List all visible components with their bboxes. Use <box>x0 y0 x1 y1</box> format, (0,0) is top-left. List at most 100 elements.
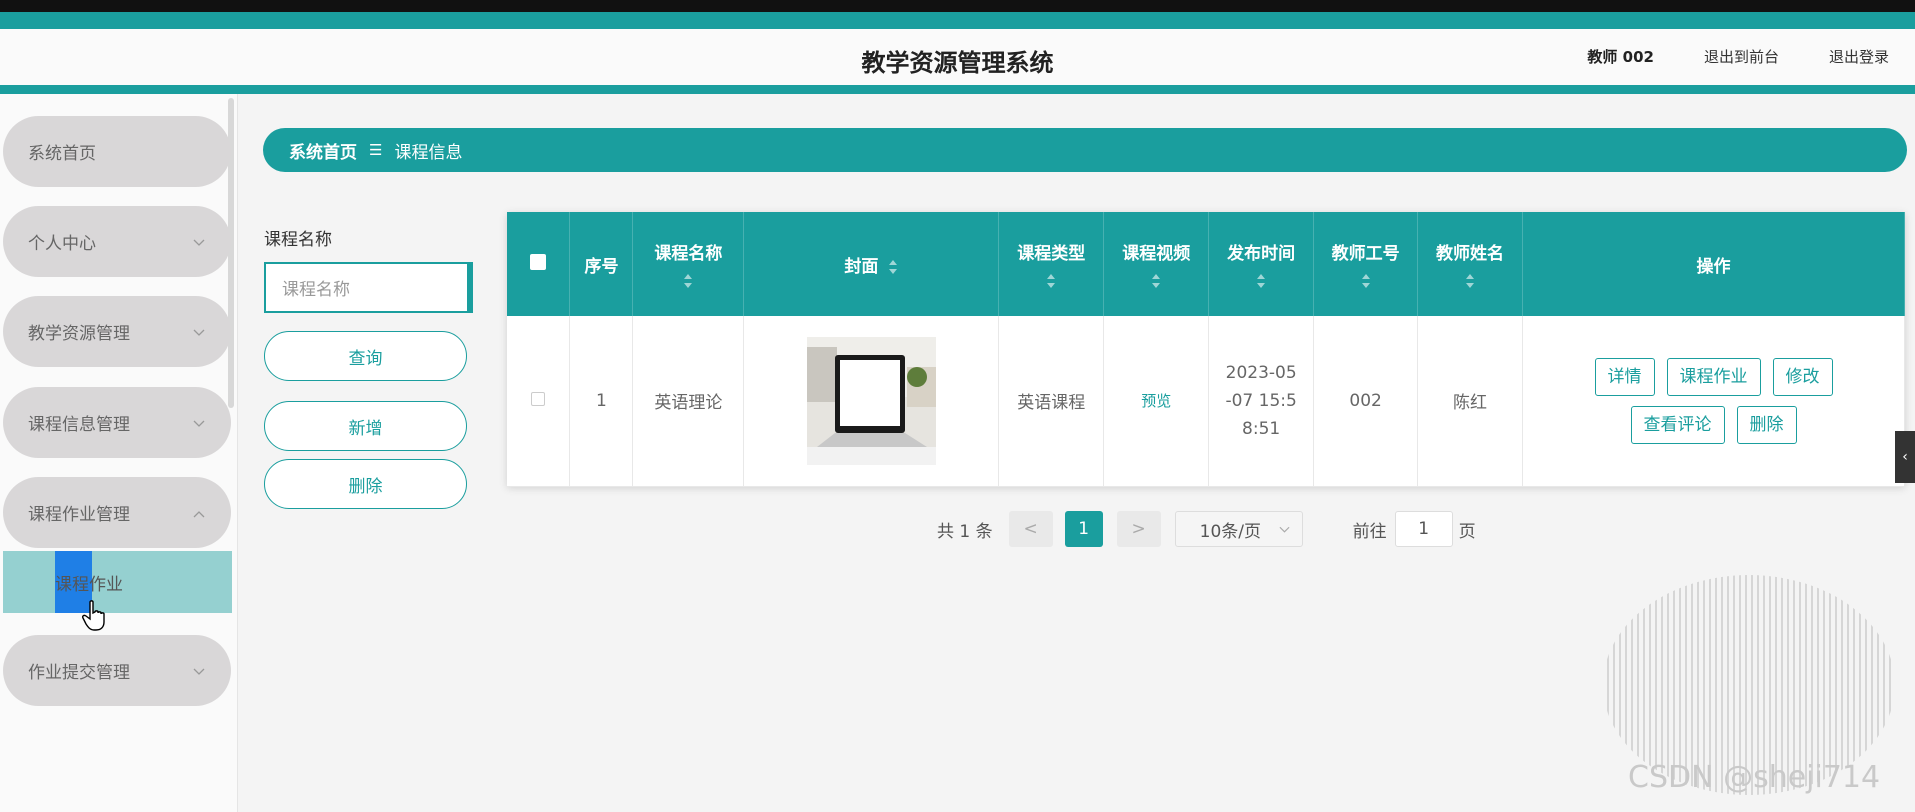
header-actions: 教师 002 退出到前台 退出登录 <box>1587 46 1889 67</box>
header-label: 课程视频 <box>1122 243 1191 264</box>
watermark: CSDN @sheji714 <box>1628 760 1881 795</box>
video-preview-link[interactable]: 预览 <box>1141 392 1171 410</box>
header-course-name[interactable]: 课程名称 <box>632 212 745 316</box>
page-size-value: 10条/页 <box>1199 521 1261 542</box>
publish-time-line: -07 15:5 <box>1225 390 1297 411</box>
header-course-type[interactable]: 课程类型 <box>998 212 1105 316</box>
top-accent-bar <box>0 12 1915 29</box>
breadcrumb-current: 课程信息 <box>394 142 463 163</box>
view-comments-button[interactable]: 查看评论 <box>1630 405 1725 444</box>
header-cover[interactable]: 封面 <box>743 212 1000 316</box>
cell-index: 1 <box>569 316 634 487</box>
sidebar: 系统首页 个人中心 教学资源管理 课程信息管理 课程作业管理 课程作业 作业提交… <box>0 94 238 812</box>
sidebar-item-label: 个人中心 <box>28 234 96 254</box>
pagination: 共 1 条 < 1 > 10条/页 前往 1 页 <box>937 510 1476 548</box>
table-row: 1 英语理论 英语课程 预览 2023-05 -07 15:5 8:51 002… <box>507 316 1905 487</box>
edit-button[interactable]: 修改 <box>1772 357 1833 396</box>
publish-time-line: 2023-05 <box>1225 362 1297 383</box>
sidebar-subitem-course-homework[interactable]: 课程作业 <box>3 551 232 613</box>
sort-icon[interactable] <box>1465 272 1475 290</box>
header-teacher-id[interactable]: 教师工号 <box>1313 212 1419 316</box>
page-size-select[interactable]: 10条/页 <box>1174 511 1303 547</box>
chevron-down-icon <box>193 661 205 675</box>
course-table: 序号 课程名称 封面 课程类型 课程视频 发布时间 教师工号 教师姓名 操作 1… <box>507 212 1905 487</box>
cell-course-name: 英语理论 <box>632 316 745 487</box>
header-label: 课程名称 <box>654 243 723 264</box>
query-button[interactable]: 查询 <box>264 331 467 381</box>
course-cover-image[interactable] <box>806 336 936 465</box>
cell-course-video: 预览 <box>1103 316 1210 487</box>
goto-suffix: 页 <box>1458 521 1476 542</box>
prev-page-button[interactable]: < <box>1008 511 1053 547</box>
sidebar-item-label: 课程作业管理 <box>28 505 130 525</box>
detail-button[interactable]: 详情 <box>1594 357 1655 396</box>
publish-time-line: 8:51 <box>1242 418 1281 439</box>
sort-icon[interactable] <box>1256 272 1266 290</box>
sidebar-item-submission[interactable]: 作业提交管理 <box>3 635 231 706</box>
delete-button[interactable]: 删除 <box>264 459 467 509</box>
cell-actions: 详情 课程作业 修改 查看评论 删除 <box>1522 316 1905 487</box>
breadcrumb-home[interactable]: 系统首页 <box>289 138 357 163</box>
chevron-down-icon <box>193 322 205 336</box>
header-teacher-name[interactable]: 教师姓名 <box>1417 212 1524 316</box>
select-all-checkbox[interactable] <box>530 253 547 270</box>
sidebar-item-teaching-resources[interactable]: 教学资源管理 <box>3 296 231 367</box>
cell-teacher-name: 陈红 <box>1417 316 1524 487</box>
sort-icon[interactable] <box>888 259 898 275</box>
chevron-down-icon <box>193 413 205 427</box>
chevron-down-icon <box>1279 526 1290 533</box>
sidebar-item-label: 作业提交管理 <box>28 663 130 683</box>
sort-icon[interactable] <box>1361 272 1371 290</box>
goto-page-input[interactable]: 1 <box>1394 511 1453 547</box>
search-placeholder: 课程名称 <box>282 280 350 300</box>
header-publish-time[interactable]: 发布时间 <box>1208 212 1315 316</box>
chevron-up-icon <box>193 503 205 518</box>
header-course-video[interactable]: 课程视频 <box>1103 212 1210 316</box>
sidebar-item-label: 课程信息管理 <box>28 415 130 435</box>
sort-icon[interactable] <box>683 272 693 290</box>
exit-to-frontend-link[interactable]: 退出到前台 <box>1704 46 1779 67</box>
search-label: 课程名称 <box>264 230 332 250</box>
header-label: 教师工号 <box>1331 243 1400 264</box>
header-divider <box>0 85 1915 94</box>
breadcrumb: 系统首页 ☰ 课程信息 <box>263 128 1907 172</box>
top-black-bar <box>0 0 1915 12</box>
hand-pointer-icon <box>82 600 105 631</box>
sidebar-item-label: 教学资源管理 <box>28 324 130 344</box>
row-checkbox[interactable] <box>531 391 546 406</box>
add-button[interactable]: 新增 <box>264 401 467 451</box>
row-delete-button[interactable]: 删除 <box>1736 405 1797 444</box>
menu-lines-icon: ☰ <box>369 141 383 159</box>
header-index: 序号 <box>569 212 634 316</box>
row-actions: 详情 课程作业 修改 查看评论 删除 <box>1579 357 1849 444</box>
page-1-button[interactable]: 1 <box>1064 511 1103 547</box>
goto-label: 前往 <box>1352 521 1387 542</box>
logout-link[interactable]: 退出登录 <box>1829 46 1889 67</box>
header-label: 课程类型 <box>1017 243 1086 264</box>
course-homework-button[interactable]: 课程作业 <box>1666 357 1761 396</box>
header-label: 教师姓名 <box>1436 243 1505 264</box>
header-actions: 操作 <box>1522 212 1905 316</box>
cell-publish-time: 2023-05 -07 15:5 8:51 <box>1208 316 1315 487</box>
sort-icon[interactable] <box>1046 272 1056 290</box>
total-count: 共 1 条 <box>937 521 993 542</box>
chevron-down-icon <box>193 232 205 246</box>
sort-icon[interactable] <box>1151 272 1161 290</box>
course-name-search-input[interactable]: 课程名称 <box>264 262 473 313</box>
cell-teacher-id: 002 <box>1313 316 1419 487</box>
sidebar-item-course-homework[interactable]: 课程作业管理 <box>3 477 231 548</box>
sidebar-item-personal-center[interactable]: 个人中心 <box>3 206 231 277</box>
chevron-left-icon[interactable]: ‹ <box>1895 431 1915 483</box>
sidebar-item-home[interactable]: 系统首页 <box>3 116 231 187</box>
header-label: 发布时间 <box>1227 243 1296 264</box>
next-page-button[interactable]: > <box>1116 511 1161 547</box>
header-label: 封面 <box>844 256 879 277</box>
cell-cover <box>743 316 1000 487</box>
select-all-column <box>507 212 571 316</box>
sidebar-item-label: 系统首页 <box>28 144 96 164</box>
sidebar-item-course-info[interactable]: 课程信息管理 <box>3 387 231 458</box>
sidebar-subitem-label: 课程作业 <box>55 574 123 595</box>
row-select-cell <box>507 316 571 487</box>
cell-course-type: 英语课程 <box>998 316 1105 487</box>
app-header: 教学资源管理系统 教师 002 退出到前台 退出登录 <box>0 29 1915 85</box>
